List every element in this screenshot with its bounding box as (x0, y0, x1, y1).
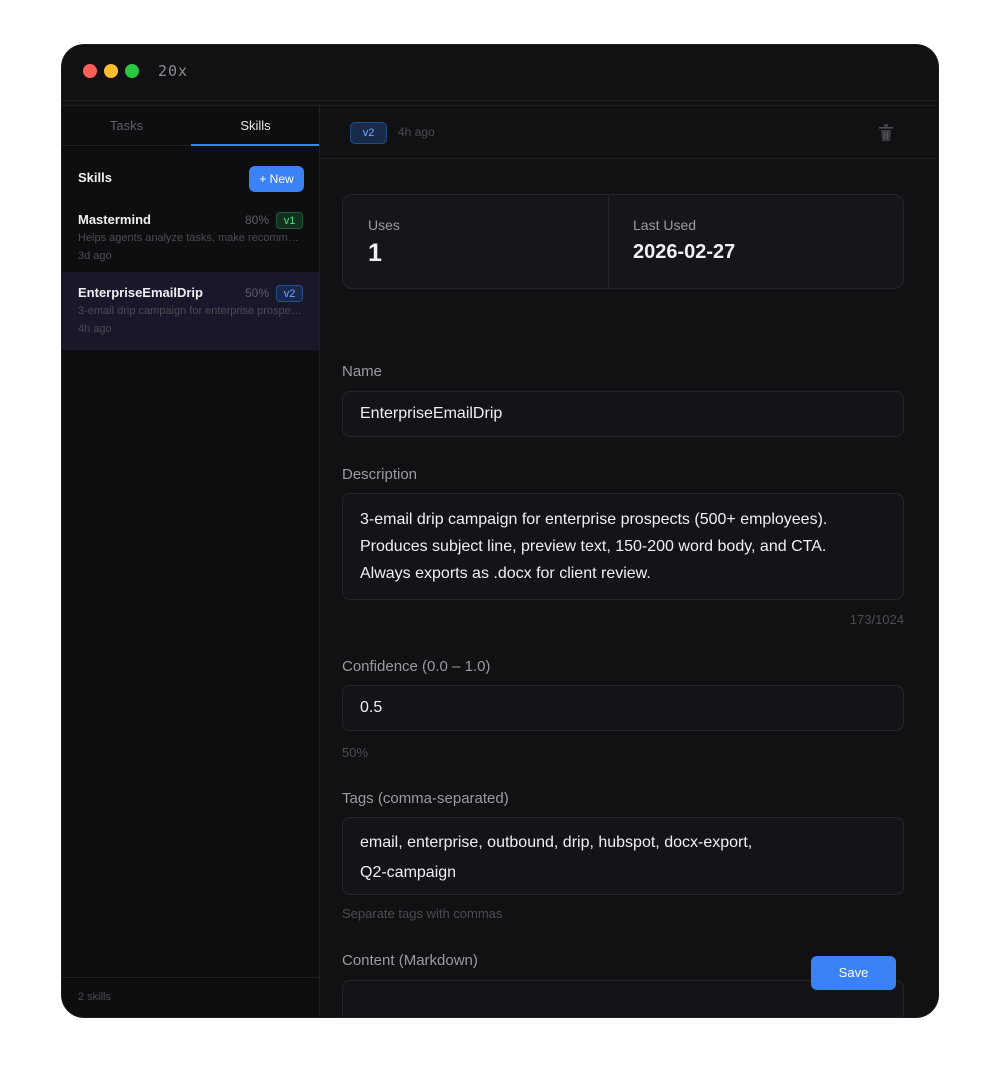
skill-confidence: 80% (244, 213, 269, 227)
last-used-value: 2026-02-27 (633, 241, 736, 263)
skill-confidence: 50% (244, 286, 269, 300)
updated-time: 4h ago (398, 125, 435, 139)
maximize-window-button[interactable] (125, 64, 139, 78)
tab-tasks[interactable]: Tasks (62, 106, 191, 146)
skills-header: Skills + New (78, 166, 304, 192)
skills-heading: Skills (78, 170, 112, 185)
skill-name: Mastermind (78, 212, 151, 227)
confidence-label: Confidence (0.0 – 1.0) (342, 658, 491, 675)
tags-line: email, enterprise, outbound, drip, hubsp… (360, 834, 753, 851)
name-input[interactable]: EnterpriseEmailDrip (342, 391, 904, 437)
title-bar: 20x (62, 45, 938, 101)
skill-description: 3-email drip campaign for enterprise pro… (78, 305, 304, 317)
tab-skills[interactable]: Skills (191, 106, 320, 146)
skill-count: 2 skills (78, 991, 112, 1003)
skill-version-badge: v2 (276, 285, 303, 302)
description-line: Produces subject line, preview text, 150… (360, 538, 827, 555)
minimize-window-button[interactable] (104, 64, 118, 78)
stats-divider (608, 195, 609, 288)
save-button[interactable]: Save (811, 956, 896, 990)
skill-timestamp: 3d ago (78, 250, 112, 262)
detail-header: v2 4h ago (320, 106, 938, 159)
description-textarea[interactable]: 3-email drip campaign for enterprise pro… (342, 493, 904, 600)
close-window-button[interactable] (83, 64, 97, 78)
skill-name: EnterpriseEmailDrip (78, 285, 203, 300)
tags-label: Tags (comma-separated) (342, 790, 509, 807)
description-line: 3-email drip campaign for enterprise pro… (360, 511, 828, 528)
last-used-label: Last Used (633, 217, 697, 233)
new-skill-button[interactable]: + New (249, 166, 304, 192)
active-tab-indicator (191, 144, 319, 146)
confidence-input[interactable]: 0.5 (342, 685, 904, 731)
name-label: Name (342, 363, 383, 380)
skill-version-badge: v1 (276, 212, 303, 229)
tags-hint: Separate tags with commas (342, 906, 503, 921)
tags-line: Q2-campaign (360, 864, 457, 881)
uses-label: Uses (368, 217, 400, 233)
skill-timestamp: 4h ago (78, 323, 112, 335)
content-label: Content (Markdown) (342, 952, 478, 969)
sidebar-footer: 2 skills (62, 977, 319, 1017)
description-label: Description (342, 466, 418, 483)
sidebar: Tasks Skills Skills + New Mastermind 80%… (62, 106, 320, 1017)
skill-list-item-selected[interactable]: EnterpriseEmailDrip 50% v2 3-email drip … (62, 272, 319, 350)
trash-icon[interactable] (878, 124, 894, 142)
uses-value: 1 (368, 239, 382, 267)
usage-stats-card: Uses 1 Last Used 2026-02-27 (342, 194, 904, 289)
skill-list-item[interactable]: Mastermind 80% v1 Helps agents analyze t… (62, 199, 319, 277)
sidebar-tabs: Tasks Skills (62, 106, 319, 146)
skill-description: Helps agents analyze tasks, make recomme… (78, 232, 304, 244)
app-title: 20x (158, 62, 189, 80)
description-line: Always exports as .docx for client revie… (360, 565, 651, 582)
description-char-counter: 173/1024 (849, 612, 904, 627)
tags-input[interactable]: email, enterprise, outbound, drip, hubsp… (342, 817, 904, 895)
confidence-percent: 50% (342, 745, 369, 760)
app-window: 20x Tasks Skills Skills + New Mastermind… (62, 45, 938, 1017)
skill-detail-panel: v2 4h ago Uses 1 Last Used 2026-02-27 Na… (320, 106, 938, 1017)
version-badge: v2 (350, 122, 387, 144)
